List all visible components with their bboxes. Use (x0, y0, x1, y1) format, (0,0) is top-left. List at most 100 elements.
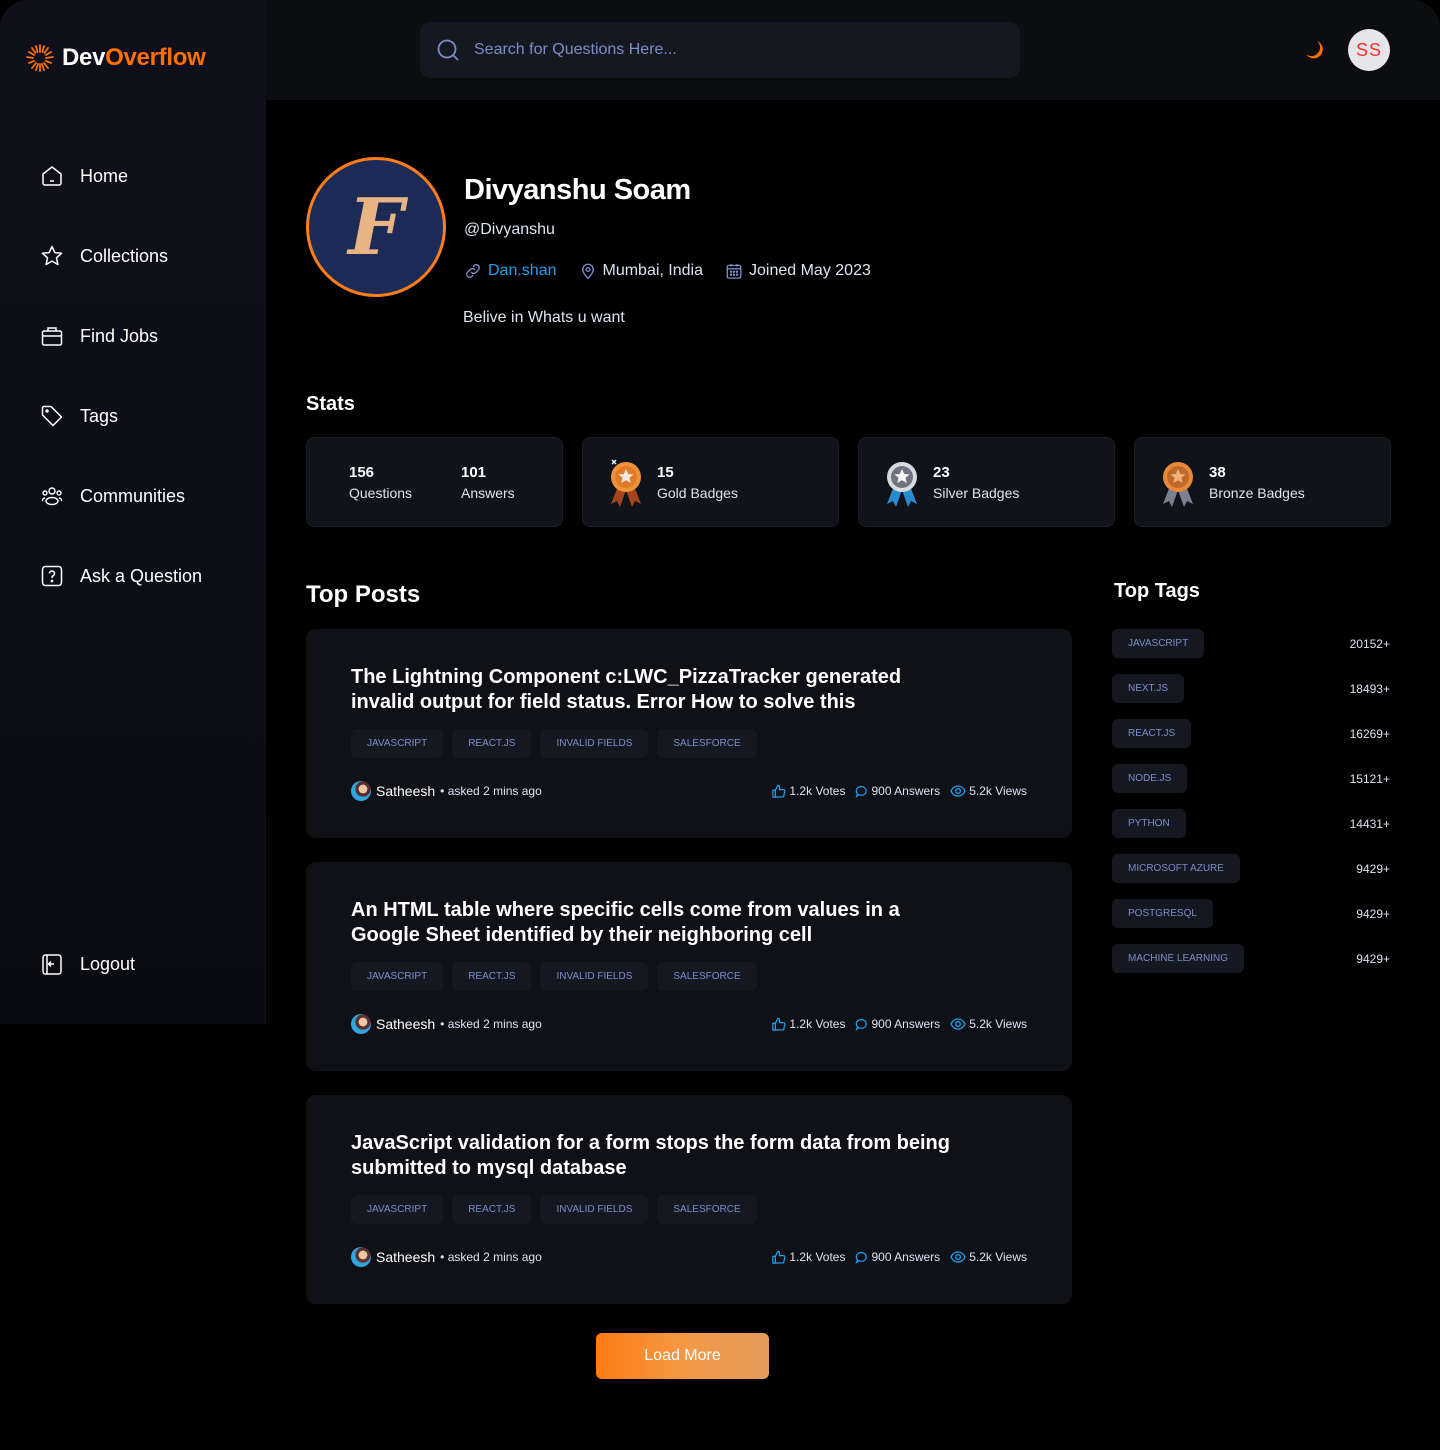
top-tag-chip[interactable]: JAVASCRIPT (1112, 629, 1205, 658)
search-icon (437, 39, 459, 61)
top-tag-count: 14431+ (1349, 816, 1390, 831)
bronze-medal-icon (1163, 462, 1193, 507)
sidebar-item-ask-question[interactable]: Ask a Question (40, 564, 202, 588)
views-metric: 5.2k Views (950, 1249, 1027, 1265)
thumbs-up-icon (772, 1250, 786, 1264)
post-tag[interactable]: JAVASCRIPT (351, 962, 444, 991)
top-tag-chip[interactable]: NODE.JS (1112, 764, 1188, 793)
post-title[interactable]: JavaScript validation for a form stops t… (351, 1131, 951, 1181)
top-tag-chip[interactable]: REACT.JS (1112, 719, 1192, 748)
profile-location: Mumbai, India (579, 262, 704, 280)
sidebar-item-find-jobs[interactable]: Find Jobs (40, 324, 158, 348)
home-icon (40, 164, 64, 188)
top-tag-row[interactable]: POSTGRESQL 9429+ (1112, 899, 1390, 928)
post-tag[interactable]: SALESFORCE (657, 729, 757, 758)
post-tag[interactable]: JAVASCRIPT (351, 1195, 444, 1224)
theme-toggle-button[interactable] (1302, 38, 1326, 62)
stat-value: 38 (1209, 464, 1226, 481)
top-tag-chip[interactable]: MICROSOFT AZURE (1112, 854, 1240, 883)
post-tag[interactable]: INVALID FIELDS (540, 729, 649, 758)
briefcase-icon (40, 324, 64, 348)
post-tag[interactable]: SALESFORCE (657, 1195, 757, 1224)
top-tag-chip[interactable]: POSTGRESQL (1112, 899, 1213, 928)
stat-label: Questions (349, 485, 413, 501)
left-sidebar: Home Collections Find Jobs Tags Communit… (0, 100, 266, 1024)
stat-answers: 101 Answers (461, 464, 515, 501)
post-author: Satheesh • asked 2 mins ago (351, 1247, 542, 1267)
post-tag[interactable]: REACT.JS (452, 1195, 532, 1224)
stat-card-silver: 23 Silver Badges (858, 437, 1115, 527)
eye-icon (950, 785, 966, 797)
post-tag[interactable]: JAVASCRIPT (351, 729, 444, 758)
top-tag-row[interactable]: NEXT.JS 18493+ (1112, 674, 1390, 703)
top-tag-row[interactable]: NODE.JS 15121+ (1112, 764, 1390, 793)
logout-button[interactable]: Logout (40, 952, 135, 976)
top-tag-chip[interactable]: MACHINE LEARNING (1112, 944, 1245, 973)
stat-value: 15 (657, 464, 674, 481)
logo-text-overflow: Overflow (105, 44, 206, 71)
post-card[interactable]: JavaScript validation for a form stops t… (306, 1095, 1072, 1304)
top-tag-chip[interactable]: PYTHON (1112, 809, 1186, 838)
post-footer: Satheesh • asked 2 mins ago 1.2k Votes 9… (351, 1014, 1027, 1034)
top-tag-row[interactable]: JAVASCRIPT 20152+ (1112, 629, 1390, 658)
tag-icon (40, 404, 64, 428)
post-metrics: 1.2k Votes 900 Answers 5.2k Views (771, 783, 1027, 799)
author-name[interactable]: Satheesh (376, 783, 435, 799)
profile-joined-text: Joined May 2023 (749, 262, 871, 279)
top-tag-row[interactable]: PYTHON 14431+ (1112, 809, 1390, 838)
asked-time: • asked 2 mins ago (440, 1017, 542, 1031)
top-tag-chip[interactable]: NEXT.JS (1112, 674, 1185, 703)
users-icon (40, 484, 64, 508)
post-tag[interactable]: INVALID FIELDS (540, 962, 649, 991)
profile-location-text: Mumbai, India (602, 262, 704, 279)
search-input[interactable] (474, 41, 994, 59)
votes-metric: 1.2k Votes (771, 784, 845, 799)
sidebar-item-home[interactable]: Home (40, 164, 128, 188)
stat-value: 23 (933, 464, 950, 481)
sidebar-item-label: Find Jobs (80, 325, 159, 346)
top-tag-row[interactable]: MICROSOFT AZURE 9429+ (1112, 854, 1390, 883)
post-tag[interactable]: INVALID FIELDS (540, 1195, 649, 1224)
logo[interactable]: DevOverflow (24, 42, 206, 74)
post-title[interactable]: An HTML table where specific cells come … (351, 898, 951, 948)
top-tag-row[interactable]: MACHINE LEARNING 9429+ (1112, 944, 1390, 973)
profile-link-text[interactable]: Dan.shan (488, 262, 557, 280)
message-icon (855, 1251, 868, 1264)
post-tag[interactable]: SALESFORCE (657, 962, 757, 991)
sidebar-item-collections[interactable]: Collections (40, 244, 168, 268)
thumbs-up-icon (772, 784, 786, 798)
sidebar-item-label: Collections (80, 245, 169, 266)
post-title[interactable]: The Lightning Component c:LWC_PizzaTrack… (351, 665, 951, 715)
top-tag-count: 9429+ (1356, 861, 1390, 876)
author-avatar[interactable] (351, 1014, 371, 1034)
author-avatar[interactable] (351, 1247, 371, 1267)
user-avatar[interactable]: SS (1348, 29, 1390, 71)
sidebar-item-tags[interactable]: Tags (40, 404, 118, 428)
sidebar-item-communities[interactable]: Communities (40, 484, 185, 508)
profile-joined: Joined May 2023 (725, 262, 871, 280)
post-card[interactable]: An HTML table where specific cells come … (306, 862, 1072, 1071)
message-icon (855, 785, 868, 798)
views-count: 5.2k Views (969, 1017, 1027, 1031)
author-name[interactable]: Satheesh (376, 1016, 435, 1032)
post-tag[interactable]: REACT.JS (452, 962, 532, 991)
logo-area: DevOverflow (0, 0, 266, 100)
post-footer: Satheesh • asked 2 mins ago 1.2k Votes 9… (351, 781, 1027, 801)
load-more-button[interactable]: Load More (596, 1333, 769, 1379)
top-tag-count: 9429+ (1356, 906, 1390, 921)
logo-text-dev: Dev (62, 44, 106, 71)
profile-avatar: F (306, 157, 446, 297)
location-pin-icon (581, 263, 594, 280)
answers-metric: 900 Answers (855, 784, 940, 798)
post-card[interactable]: The Lightning Component c:LWC_PizzaTrack… (306, 629, 1072, 838)
top-tags-heading: Top Tags (1114, 580, 1200, 602)
top-tag-row[interactable]: REACT.JS 16269+ (1112, 719, 1390, 748)
author-avatar[interactable] (351, 781, 371, 801)
top-tag-count: 16269+ (1349, 726, 1390, 741)
author-name[interactable]: Satheesh (376, 1249, 435, 1265)
profile-link[interactable]: Dan.shan (464, 262, 557, 280)
post-tag[interactable]: REACT.JS (452, 729, 532, 758)
votes-count: 1.2k Votes (789, 1250, 846, 1264)
stats-heading: Stats (306, 393, 355, 415)
global-search[interactable] (420, 22, 1020, 78)
